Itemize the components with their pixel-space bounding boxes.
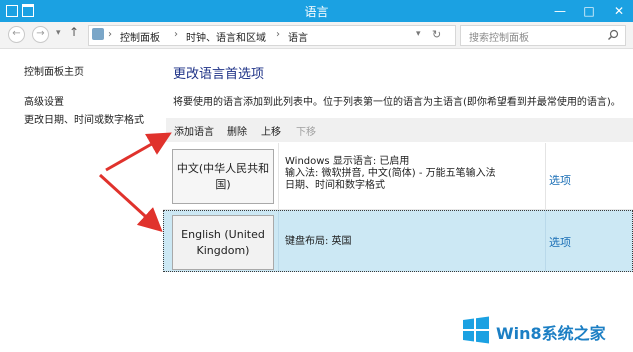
watermark-text: Win8系统之家 <box>496 324 606 343</box>
arrow-to-english-row <box>98 173 163 233</box>
windows-logo-icon <box>463 316 489 344</box>
annotation-arrows <box>98 132 172 233</box>
arrow-to-add-language <box>105 132 172 172</box>
watermark: Win8系统之家 <box>460 310 633 352</box>
